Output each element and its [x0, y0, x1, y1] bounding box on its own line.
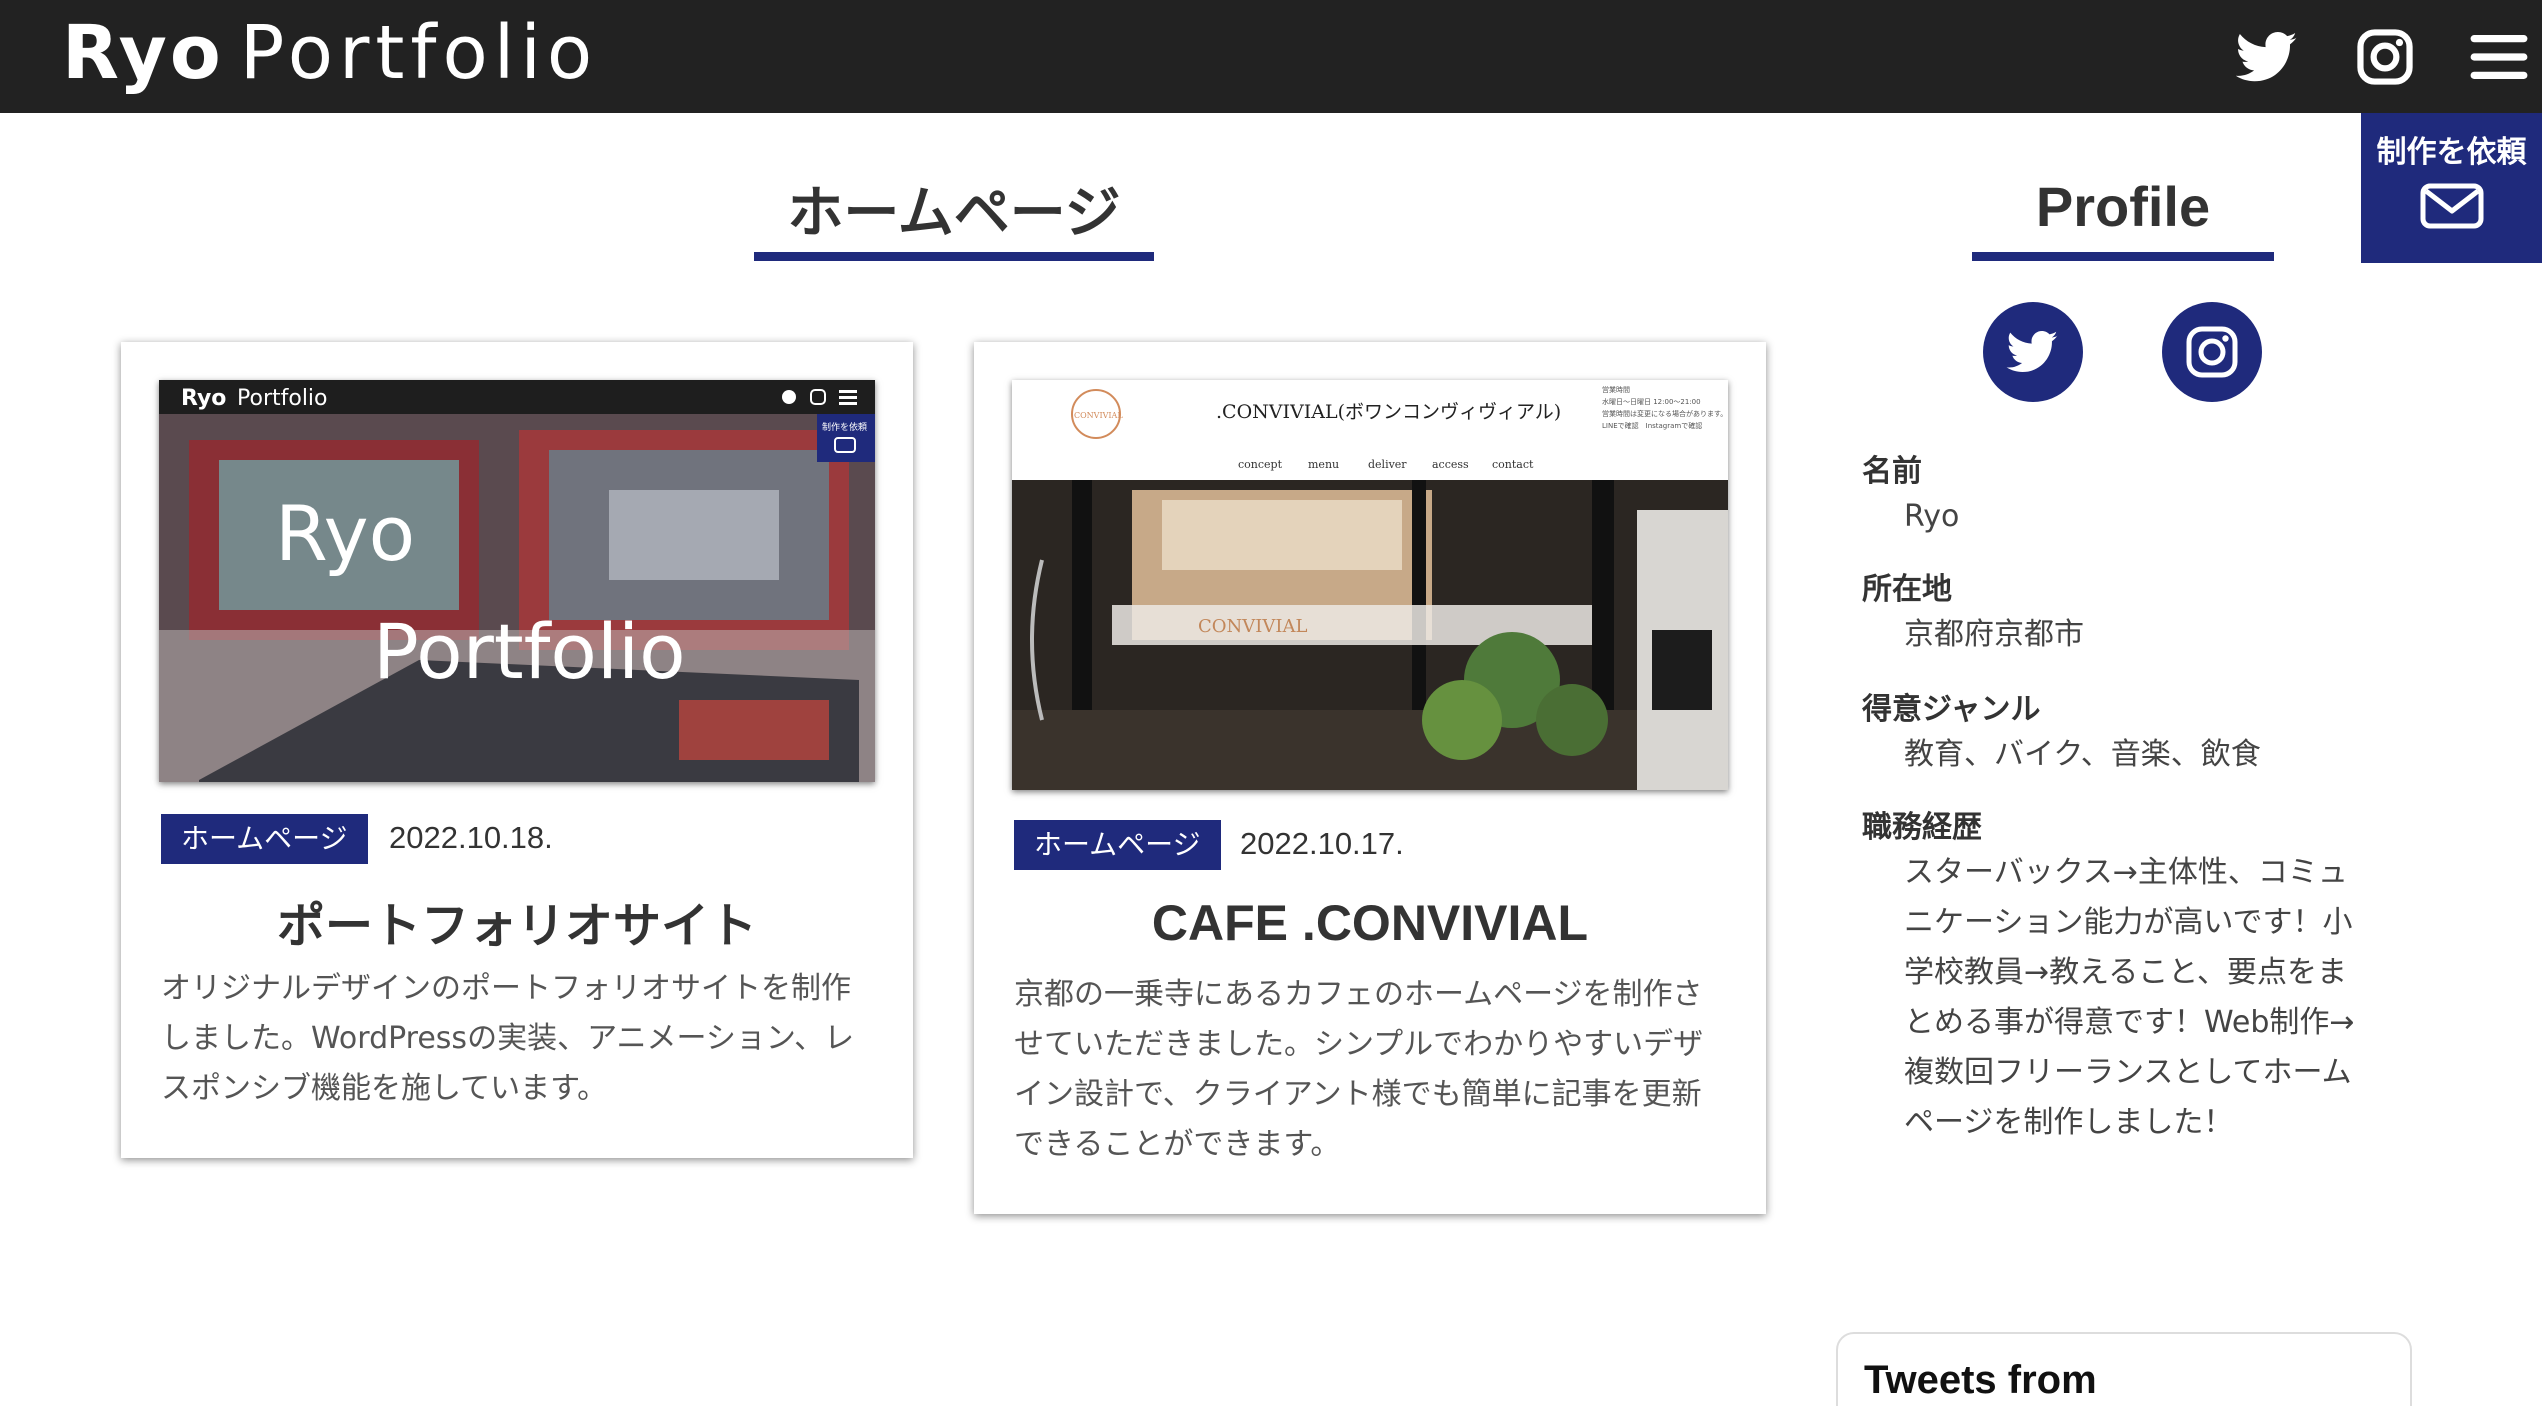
card-title[interactable]: CAFE .CONVIVIAL: [974, 894, 1766, 952]
thumb-cafe-site-title: .CONVIVIAL(ボワンコンヴィヴィアル): [1216, 401, 1561, 423]
thumb-cafe-nav-deliver: deliver: [1368, 458, 1407, 471]
thumb-logo-bold: Ryo: [181, 386, 226, 411]
thumb-cafe-nav-concept: concept: [1238, 458, 1283, 471]
thumb-cafe-nav-menu: menu: [1308, 458, 1339, 471]
card-description: 京都の一乗寺にあるカフェのホームページを制作させていただきました。シンプルでわか…: [1014, 977, 1704, 1162]
thumb-cafe-nav-contact: contact: [1492, 458, 1534, 471]
profile-label-location: 所在地: [1862, 572, 1952, 607]
section-title: ホームページ: [787, 181, 1121, 246]
twitter-timeline-widget[interactable]: Tweets from: [1836, 1332, 2412, 1406]
tweets-title: Tweets from: [1864, 1358, 2097, 1402]
site-header: Ryo Portfolio: [0, 0, 2542, 113]
portfolio-thumbnail-image: Ryo Portfolio 制作を依頼 Ryo Portfolio: [159, 380, 875, 782]
post-date: 2022.10.17.: [1240, 826, 1404, 861]
profile-value-name: Ryo: [1904, 499, 1960, 534]
request-work-button[interactable]: 制作を依頼: [2361, 113, 2542, 263]
card-thumbnail: Ryo Portfolio 制作を依頼 Ryo Portfolio: [159, 380, 875, 782]
logo-bold-text: Ryo: [62, 10, 224, 96]
post-date: 2022.10.18.: [389, 820, 553, 855]
profile-value-career: スターバックス→主体性、コミュニケーション能力が高いです！小学校教員→教えること…: [1904, 855, 2355, 1140]
profile-twitter-button[interactable]: [1983, 302, 2083, 402]
portfolio-card[interactable]: Ryo Portfolio 制作を依頼 Ryo Portfolio ホームページ…: [121, 342, 913, 1158]
thumb-cafe-nav-access: access: [1432, 458, 1469, 471]
twitter-icon: [2006, 330, 2058, 373]
thumb-hero-line1: Ryo: [275, 489, 415, 578]
portfolio-card[interactable]: CONVIVIAL .CONVIVIAL(ボワンコンヴィヴィアル) 営業時間 水…: [974, 342, 1766, 1214]
thumb-request-label: 制作を依頼: [822, 421, 867, 433]
profile-instagram-button[interactable]: [2162, 302, 2262, 402]
thumb-cafe-window-text: CONVIVIAL: [1198, 616, 1307, 637]
logo-thin-text: Portfolio: [239, 10, 599, 96]
profile-title: Profile: [2035, 175, 2211, 238]
envelope-icon: [2420, 183, 2483, 229]
thumb-cafe-hours-3: 営業時間は変更になる場合があります。: [1602, 409, 1727, 418]
thumb-cafe-hours-2: 水曜日〜日曜日 12:00〜21:00: [1602, 397, 1701, 406]
card-description: オリジナルデザインのポートフォリオサイトを制作しました。WordPressの実装…: [161, 971, 855, 1106]
section-title-underline: [754, 252, 1154, 261]
thumb-hero-line2: Portfolio: [373, 607, 686, 696]
profile-label-name: 名前: [1862, 454, 1922, 489]
card-title[interactable]: ポートフォリオサイト: [121, 886, 913, 956]
hamburger-menu-icon[interactable]: [2468, 26, 2530, 88]
instagram-icon: [2186, 326, 2238, 378]
instagram-icon[interactable]: [2354, 26, 2416, 88]
site-logo[interactable]: Ryo Portfolio: [62, 10, 598, 96]
profile-value-location: 京都府京都市: [1904, 617, 2084, 652]
profile-value-genre: 教育、バイク、音楽、飲食: [1904, 737, 2261, 772]
thumb-logo-thin: Portfolio: [237, 386, 328, 411]
card-thumbnail: CONVIVIAL .CONVIVIAL(ボワンコンヴィヴィアル) 営業時間 水…: [1012, 380, 1728, 790]
category-badge[interactable]: ホームページ: [161, 814, 368, 864]
twitter-icon[interactable]: [2236, 26, 2298, 88]
request-work-label: 制作を依頼: [2376, 135, 2527, 170]
profile-title-underline: [1972, 252, 2274, 261]
category-badge[interactable]: ホームページ: [1014, 820, 1221, 870]
cafe-thumbnail-image: CONVIVIAL .CONVIVIAL(ボワンコンヴィヴィアル) 営業時間 水…: [1012, 380, 1728, 790]
thumb-cafe-logo-text: CONVIVIAL: [1074, 411, 1123, 420]
thumb-cafe-hours-1: 営業時間: [1602, 385, 1630, 394]
profile-label-career: 職務経歴: [1862, 810, 1982, 845]
profile-label-genre: 得意ジャンル: [1862, 692, 2041, 727]
thumb-cafe-hours-4: LINEで確認 Instagramで確認: [1602, 421, 1702, 430]
